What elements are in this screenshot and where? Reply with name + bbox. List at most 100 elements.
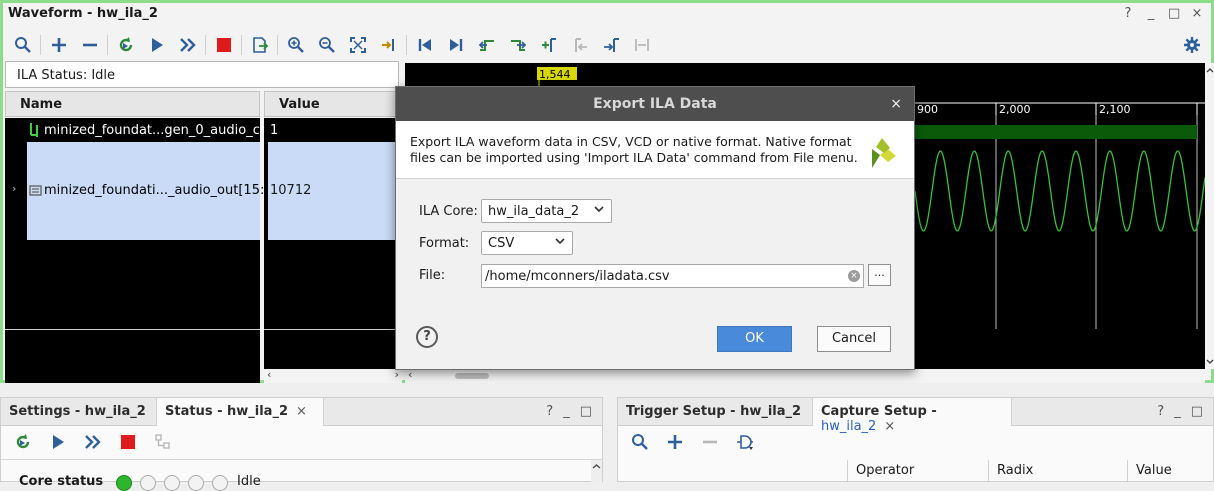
minimize-icon[interactable]: _ bbox=[1174, 404, 1181, 419]
expand-chevron-icon[interactable]: › bbox=[12, 182, 16, 195]
status-led bbox=[212, 475, 228, 491]
goto-first-button[interactable] bbox=[409, 33, 440, 57]
next-transition-button[interactable] bbox=[502, 33, 533, 57]
swap-cursors-button[interactable] bbox=[626, 33, 657, 57]
scroll-down-icon bbox=[1206, 359, 1214, 364]
export-button[interactable] bbox=[244, 33, 275, 57]
skip-forward-icon bbox=[449, 39, 462, 51]
vertical-scrollbar[interactable] bbox=[1205, 63, 1214, 369]
dialog-titlebar[interactable]: Export ILA Data × bbox=[396, 87, 914, 121]
tab-settings[interactable]: Settings - hw_ila_2 bbox=[1, 398, 146, 426]
prev-transition-button[interactable] bbox=[471, 33, 502, 57]
stop-button[interactable] bbox=[110, 430, 145, 454]
search-icon bbox=[14, 37, 31, 53]
operator-column-header[interactable]: Operator bbox=[847, 460, 988, 482]
scroll-thumb[interactable] bbox=[455, 373, 489, 379]
skip-back-icon bbox=[418, 39, 431, 51]
search-button[interactable] bbox=[7, 33, 38, 57]
zoom-out-button[interactable] bbox=[311, 33, 342, 57]
zoom-fit-button[interactable] bbox=[342, 33, 373, 57]
ila-core-select[interactable]: hw_ila_data_2 bbox=[481, 199, 612, 223]
run-trigger-button[interactable] bbox=[40, 430, 75, 454]
minimize-icon[interactable]: _ bbox=[563, 404, 570, 419]
tab-trigger-setup[interactable]: Trigger Setup - hw_ila_2 bbox=[618, 398, 801, 426]
maximize-icon[interactable]: □ bbox=[1191, 404, 1203, 419]
name-column-header[interactable]: Name bbox=[5, 91, 260, 117]
tab-capture-setup[interactable]: Capture Setup - hw_ila_2 × bbox=[812, 398, 1012, 434]
tab-label: Trigger Setup - hw_ila_2 bbox=[626, 404, 802, 419]
add-button[interactable] bbox=[43, 33, 74, 57]
minimize-icon[interactable]: _ bbox=[1145, 6, 1157, 21]
run-trigger-button[interactable] bbox=[141, 33, 172, 57]
search-icon bbox=[631, 434, 648, 450]
add-button[interactable] bbox=[657, 430, 692, 454]
stop-button[interactable] bbox=[208, 33, 239, 57]
remove-button[interactable] bbox=[74, 33, 105, 57]
tab-label: Settings - hw_ila_2 bbox=[9, 404, 146, 419]
minus-icon bbox=[702, 440, 717, 444]
zoom-in-button[interactable] bbox=[280, 33, 311, 57]
cancel-button[interactable]: Cancel bbox=[817, 326, 891, 352]
settings-button[interactable] bbox=[1176, 33, 1207, 57]
window-title: Waveform - hw_ila_2 bbox=[8, 6, 158, 21]
run-immediate-button[interactable] bbox=[75, 430, 110, 454]
help-button[interactable]: ? bbox=[416, 326, 438, 348]
tab-close-icon[interactable]: × bbox=[296, 404, 307, 419]
dialog-close-icon[interactable]: × bbox=[890, 96, 902, 112]
maximize-icon[interactable]: □ bbox=[1168, 6, 1180, 21]
browse-button[interactable]: ... bbox=[868, 264, 891, 286]
file-path-input[interactable]: /home/mconners/iladata.csv × bbox=[481, 264, 864, 288]
status-led-active bbox=[116, 475, 132, 491]
capture-table-header: Operator Radix Value bbox=[618, 460, 1213, 482]
value-column-header[interactable]: Value bbox=[264, 91, 402, 117]
value-hscrollbar[interactable]: ‹ › bbox=[264, 368, 402, 383]
signal-value-pane: 1 10712 bbox=[264, 118, 402, 369]
tab-close-icon[interactable]: × bbox=[884, 419, 895, 434]
value-column-header[interactable]: Value bbox=[1127, 460, 1213, 482]
search-button[interactable] bbox=[622, 430, 657, 454]
signal-bit-icon bbox=[30, 123, 38, 137]
format-label: Format: bbox=[419, 236, 470, 251]
help-icon[interactable]: ? bbox=[1122, 6, 1134, 21]
goto-last-button[interactable] bbox=[440, 33, 471, 57]
format-select[interactable]: CSV bbox=[481, 231, 573, 255]
help-icon[interactable]: ? bbox=[546, 404, 553, 419]
next-marker-button[interactable] bbox=[595, 33, 626, 57]
signal-value-selected: 10712 bbox=[268, 142, 400, 240]
zoom-in-icon bbox=[287, 37, 304, 53]
ok-button[interactable]: OK bbox=[717, 326, 792, 352]
tab-status[interactable]: Status - hw_ila_2 × bbox=[156, 398, 324, 426]
scroll-up-icon bbox=[1206, 68, 1214, 73]
description-line: Export ILA waveform data in CSV, VCD or … bbox=[410, 134, 852, 149]
remove-button[interactable] bbox=[692, 430, 727, 454]
radix-column-header[interactable]: Radix bbox=[988, 460, 1127, 482]
waveform-hscrollbar[interactable]: ‹ bbox=[405, 368, 1205, 383]
scroll-left-icon: ‹ bbox=[267, 368, 272, 381]
prev-marker-button[interactable] bbox=[564, 33, 595, 57]
next-transition-icon bbox=[510, 40, 526, 51]
maximize-icon[interactable]: □ bbox=[580, 404, 592, 419]
panel-divider bbox=[1, 459, 602, 460]
close-icon[interactable]: × bbox=[1191, 6, 1203, 21]
ila-core-label: ILA Core: bbox=[419, 204, 478, 219]
auto-rearm-button[interactable] bbox=[110, 33, 141, 57]
auto-rearm-button[interactable] bbox=[5, 430, 40, 454]
signal-name: minized_foundati..._audio_out[15:0 bbox=[44, 183, 273, 198]
swap-cursors-icon bbox=[634, 39, 649, 51]
cursor-icon bbox=[381, 39, 394, 51]
hierarchy-button[interactable] bbox=[145, 430, 180, 454]
help-icon[interactable]: ? bbox=[1157, 404, 1164, 419]
goto-cursor-button[interactable] bbox=[373, 33, 404, 57]
status-led bbox=[188, 475, 204, 491]
run-immediate-button[interactable] bbox=[172, 33, 203, 57]
status-toolbar bbox=[5, 429, 180, 455]
clear-icon[interactable]: × bbox=[848, 270, 860, 282]
add-marker-button[interactable] bbox=[533, 33, 564, 57]
add-marker-icon bbox=[541, 38, 556, 52]
signal-row-selected[interactable]: minized_foundati..._audio_out[15:0 bbox=[27, 142, 273, 240]
file-label: File: bbox=[419, 268, 446, 283]
tab-label: Capture Setup - bbox=[821, 404, 937, 419]
vertical-scrollbar[interactable] bbox=[591, 460, 602, 482]
signal-row[interactable]: minized_foundat...gen_0_audio_ce bbox=[5, 120, 268, 142]
condition-button[interactable] bbox=[727, 430, 762, 454]
